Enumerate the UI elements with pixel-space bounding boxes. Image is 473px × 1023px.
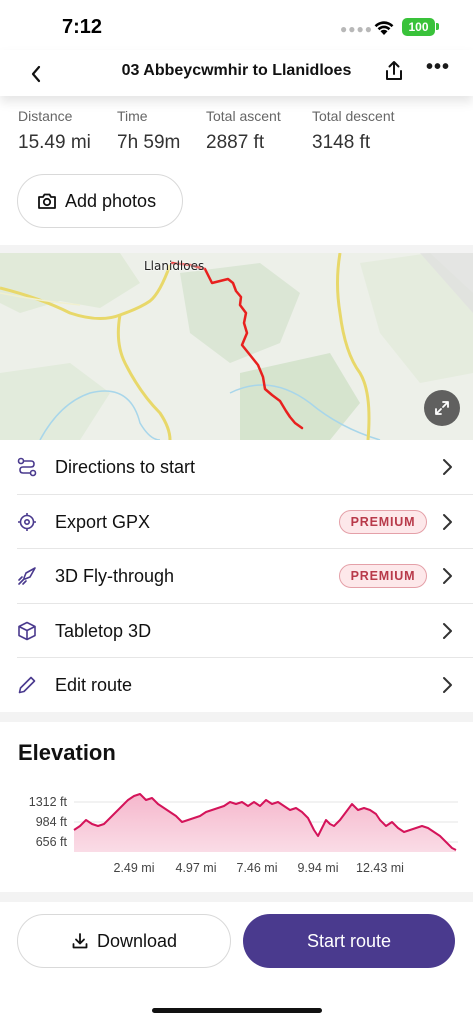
elevation-title: Elevation [18, 740, 116, 765]
x-tick-label: 12.43 mi [356, 861, 404, 875]
section-divider [0, 892, 473, 902]
menu-item-tabletop[interactable]: Tabletop 3D [17, 604, 473, 658]
add-photos-label: Add photos [65, 190, 157, 211]
x-tick-label: 2.49 mi [114, 861, 155, 875]
chevron-right-icon [443, 622, 452, 639]
pencil-icon [18, 676, 36, 694]
route-map[interactable]: Llanidloes [0, 245, 473, 440]
route-icon [17, 457, 37, 477]
chevron-right-icon [443, 677, 452, 693]
start-route-label: Start route [306, 930, 392, 951]
battery-tip [436, 23, 439, 30]
stat-label: Distance [18, 108, 73, 124]
stat-descent: Total descent 3148 ft [312, 108, 395, 154]
x-tick-label: 4.97 mi [176, 861, 217, 875]
stat-value: 3148 ft [312, 132, 371, 153]
map-place-label: Llanidloes [144, 259, 205, 273]
expand-icon [435, 401, 449, 415]
back-button[interactable] [22, 60, 50, 88]
download-button[interactable]: Download [17, 914, 231, 968]
home-indicator [152, 1008, 322, 1013]
menu-label: Export GPX [55, 511, 151, 532]
x-tick-label: 9.94 mi [298, 861, 339, 875]
stat-distance: Distance 15.49 mi [18, 108, 91, 154]
share-icon [386, 61, 402, 80]
chevron-right-icon [443, 568, 452, 584]
expand-map-button[interactable] [424, 390, 460, 426]
wifi-icon [374, 21, 394, 35]
y-tick-label: 656 ft [36, 835, 68, 849]
y-tick-label: 1312 ft [29, 795, 68, 809]
stat-value: 15.49 mi [18, 132, 91, 153]
stat-value: 2887 ft [206, 132, 265, 153]
route-line [170, 261, 304, 430]
menu-label: 3D Fly-through [55, 566, 175, 586]
camera-icon [38, 193, 56, 209]
stat-time: Time 7h 59m [117, 108, 180, 154]
page-title: 03 Abbeycwmhir to Llanidloes [121, 62, 352, 79]
stat-label: Total ascent [206, 108, 281, 124]
elevation-chart: 1312 ft 984 ft 656 ft 2.49 mi 4.97 mi 7.… [29, 793, 458, 880]
premium-badge: PREMIUM [339, 509, 427, 534]
start-route-button[interactable]: Start route [243, 914, 455, 968]
menu-item-fly-through[interactable]: 3D Fly-through PREMIUM [17, 549, 473, 604]
signal-icon: ●●●● [340, 22, 373, 36]
stat-label: Time [117, 108, 148, 124]
add-photos-button[interactable]: Add photos [17, 174, 183, 228]
nav-header: 03 Abbeycwmhir to Llanidloes ••• [0, 50, 473, 96]
status-time: 7:12 [62, 16, 103, 38]
route-actions-menu: Directions to start Export GPX PREMIUM 3… [0, 440, 473, 713]
stat-ascent: Total ascent 2887 ft [206, 108, 281, 154]
y-tick-label: 984 ft [36, 815, 68, 829]
stat-label: Total descent [312, 108, 395, 124]
x-tick-label: 7.46 mi [237, 861, 278, 875]
download-label: Download [96, 930, 178, 951]
menu-label: Tabletop 3D [55, 620, 152, 641]
menu-label: Edit route [55, 675, 133, 695]
download-icon [72, 933, 88, 949]
share-button[interactable] [380, 57, 408, 85]
chevron-left-icon [31, 65, 41, 83]
section-divider [0, 712, 473, 722]
menu-item-directions[interactable]: Directions to start [17, 440, 473, 495]
more-options-icon[interactable]: ••• [424, 57, 452, 85]
menu-item-edit-route[interactable]: Edit route [17, 658, 473, 713]
target-icon [18, 512, 36, 531]
cube-icon [18, 621, 36, 640]
menu-item-export-gpx[interactable]: Export GPX PREMIUM [17, 495, 473, 549]
chevron-right-icon [443, 513, 452, 530]
battery-icon: 100 [402, 18, 435, 36]
menu-label: Directions to start [55, 457, 196, 477]
premium-badge: PREMIUM [339, 564, 427, 588]
chevron-right-icon [443, 459, 452, 475]
status-bar: 7:12 ●●●● 100 [0, 0, 473, 50]
stat-value: 7h 59m [117, 132, 181, 153]
rocket-icon [18, 567, 36, 585]
route-stats: Distance 15.49 mi Time 7h 59m Total asce… [0, 108, 473, 164]
